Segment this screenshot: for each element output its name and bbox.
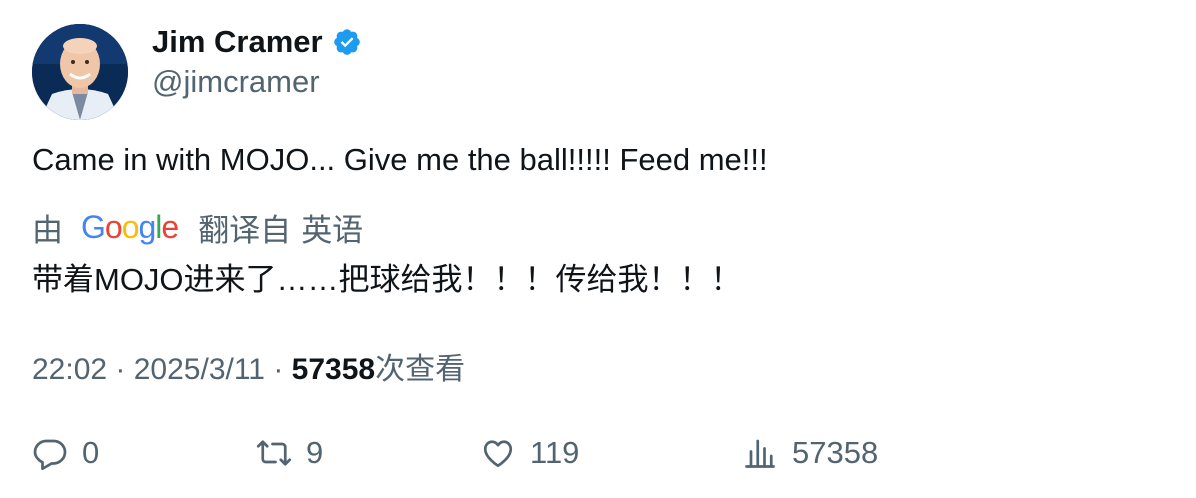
like-count: 119 bbox=[530, 435, 580, 470]
author-handle[interactable]: @jimcramer bbox=[152, 64, 320, 100]
retweet-button[interactable]: 9 bbox=[256, 428, 323, 478]
translation-attribution: 由 Google 翻译自 英语 bbox=[32, 206, 363, 248]
google-logo[interactable]: Google bbox=[81, 209, 179, 246]
translated-tweet-text: 带着MOJO进来了……把球给我！！！传给我！！！ bbox=[32, 262, 742, 297]
views-label: 次查看 bbox=[375, 353, 466, 386]
reply-count: 0 bbox=[82, 435, 100, 470]
bar-chart-icon bbox=[745, 439, 775, 468]
reply-button[interactable]: 0 bbox=[32, 428, 99, 478]
action-bar: 0 9 119 57358 bbox=[0, 428, 1196, 478]
avatar[interactable] bbox=[32, 24, 128, 120]
translation-language: 英语 bbox=[301, 212, 364, 248]
tweet-text: Came in with MOJO... Give me the ball!!!… bbox=[32, 142, 768, 177]
tweet-date[interactable]: 2025/3/11 bbox=[134, 353, 265, 386]
tweet-meta: 22:02 · 2025/3/11 · 57358次查看 bbox=[32, 344, 465, 388]
translation-from-label: 翻译自 bbox=[198, 212, 292, 248]
author-name-row: Jim Cramer bbox=[152, 22, 362, 62]
retweet-count: 9 bbox=[306, 435, 324, 470]
reply-icon bbox=[33, 439, 67, 471]
author-display-name[interactable]: Jim Cramer bbox=[152, 24, 323, 60]
meta-separator: · bbox=[107, 353, 134, 386]
like-button[interactable]: 119 bbox=[480, 428, 579, 478]
verified-badge-icon[interactable] bbox=[332, 27, 362, 57]
views-button[interactable]: 57358 bbox=[742, 428, 878, 478]
heart-icon bbox=[483, 440, 513, 468]
views-count: 57358 bbox=[291, 353, 376, 386]
retweet-icon bbox=[256, 440, 292, 466]
meta-separator: · bbox=[265, 353, 292, 386]
views-action-count: 57358 bbox=[792, 435, 879, 470]
translation-by-label: 由 bbox=[32, 212, 63, 248]
tweet-time[interactable]: 22:02 bbox=[32, 353, 107, 386]
